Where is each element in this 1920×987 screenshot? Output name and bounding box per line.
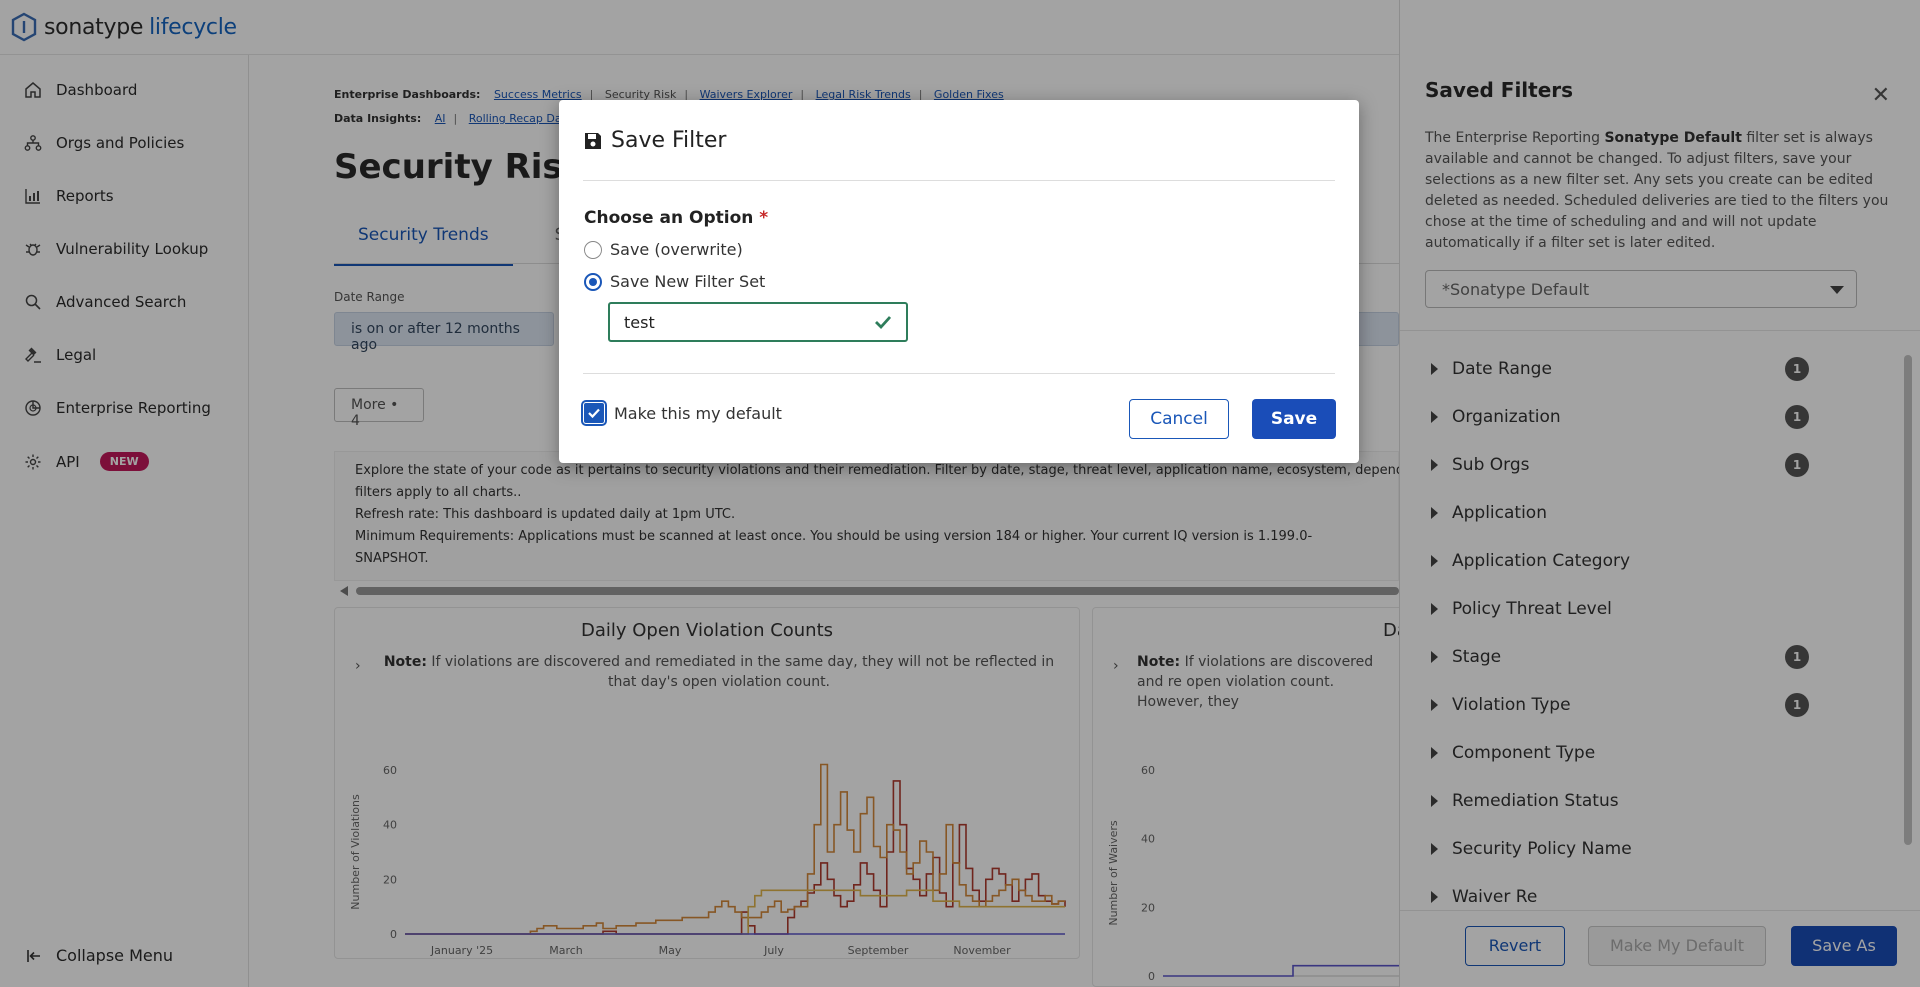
modal-title: Save Filter (583, 128, 726, 153)
modal-title-text: Save Filter (611, 128, 727, 153)
cancel-button[interactable]: Cancel (1129, 399, 1229, 439)
save-button[interactable]: Save (1252, 399, 1336, 439)
floppy-disk-icon (585, 132, 601, 149)
divider (583, 180, 1335, 181)
radio-save-overwrite[interactable]: Save (overwrite) (584, 240, 743, 259)
make-default-label: Make this my default (614, 403, 782, 423)
make-default-checkbox[interactable] (581, 400, 607, 426)
radio-label: Save New Filter Set (610, 272, 766, 291)
choose-option-text: Choose an Option (584, 208, 754, 228)
checkmark-icon (588, 408, 600, 419)
panel-backdrop (1399, 0, 1920, 987)
divider (583, 373, 1335, 374)
filter-set-name-input[interactable] (608, 302, 908, 342)
make-default-checkbox-row[interactable]: Make this my default (581, 400, 782, 426)
save-filter-modal: Save Filter Choose an Option * Save (ove… (559, 100, 1359, 463)
required-mark: * (759, 208, 769, 228)
choose-option-label: Choose an Option * (584, 208, 768, 228)
check-icon (875, 316, 892, 330)
radio-save-new-filter-set[interactable]: Save New Filter Set (584, 272, 765, 291)
radio-button-selected[interactable] (584, 272, 602, 291)
radio-button[interactable] (584, 240, 602, 259)
radio-label: Save (overwrite) (610, 240, 743, 259)
